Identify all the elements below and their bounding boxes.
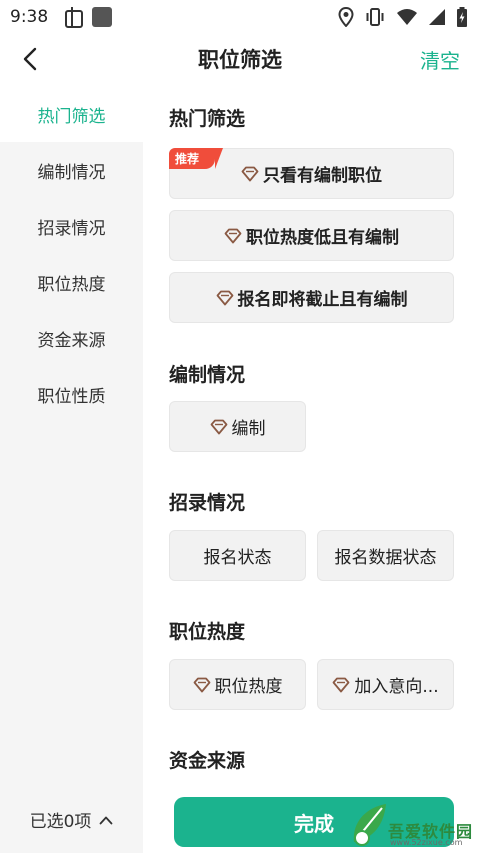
battery-charging-icon	[457, 7, 467, 27]
chip-registration-status[interactable]: 报名状态	[169, 530, 306, 581]
header: 职位筛选 清空	[0, 34, 480, 86]
status-left-icons	[62, 7, 113, 28]
diamond-icon	[193, 677, 210, 692]
chip-only-staffed-positions[interactable]: 推荐 只看有编制职位	[169, 148, 454, 199]
chip-label: 报名即将截止且有编制	[237, 290, 408, 310]
chip-label: 只看有编制职位	[263, 166, 382, 186]
chip-join-intention[interactable]: 加入意向...	[317, 659, 454, 710]
clear-button[interactable]: 清空	[420, 45, 460, 74]
diamond-icon	[241, 166, 259, 181]
chip-low-heat-staffed[interactable]: 职位热度低且有编制	[169, 210, 454, 261]
chip-label: 报名数据状态	[334, 548, 437, 568]
section-title-staffing: 编制情况	[169, 364, 246, 386]
chip-label: 加入意向...	[354, 677, 439, 697]
section-title-heat: 职位热度	[169, 621, 246, 643]
diamond-icon	[332, 677, 350, 692]
status-bar: 9:38	[0, 0, 480, 34]
wifi-icon	[397, 9, 417, 25]
diamond-icon	[216, 290, 233, 305]
chip-label: 职位热度	[214, 677, 283, 697]
chip-label: 报名状态	[203, 548, 272, 568]
sidebar-item-staffing[interactable]: 编制情况	[0, 142, 143, 198]
status-right-icons	[338, 7, 468, 27]
selected-count-toggle[interactable]: 已选0项	[0, 786, 143, 853]
chip-staffing[interactable]: 编制	[169, 401, 306, 452]
chip-label: 编制	[231, 419, 266, 439]
page-title: 职位筛选	[198, 48, 282, 72]
recommend-badge: 推荐	[169, 148, 223, 169]
leaf-logo-icon	[353, 804, 386, 846]
diamond-icon	[210, 419, 227, 434]
bug-icon	[62, 7, 84, 28]
sidebar-item-hot-filter[interactable]: 热门筛选	[0, 86, 143, 142]
chip-label: 职位热度低且有编制	[246, 228, 399, 248]
diamond-icon	[224, 228, 242, 243]
status-time: 9:38	[10, 7, 49, 27]
square-icon	[92, 7, 113, 27]
watermark-logo: 吾爱软件园 www.52zixue.com	[350, 796, 478, 851]
sidebar: 热门筛选 编制情况 招录情况 职位热度 资金来源 职位性质	[0, 86, 143, 786]
vibrate-icon	[366, 8, 384, 26]
sidebar-item-position-nature[interactable]: 职位性质	[0, 366, 143, 422]
chip-position-heat[interactable]: 职位热度	[169, 659, 306, 710]
watermark-url: www.52zixue.com	[390, 838, 463, 847]
location-icon	[338, 7, 354, 27]
sidebar-item-position-heat[interactable]: 职位热度	[0, 254, 143, 310]
sidebar-item-funding-source[interactable]: 资金来源	[0, 310, 143, 366]
signal-icon	[429, 9, 445, 25]
chevron-up-icon	[100, 816, 113, 824]
chip-registration-data-status[interactable]: 报名数据状态	[317, 530, 454, 581]
chip-deadline-soon-staffed[interactable]: 报名即将截止且有编制	[169, 272, 454, 323]
sidebar-item-recruitment[interactable]: 招录情况	[0, 198, 143, 254]
selected-count-label: 已选0项	[29, 812, 92, 832]
filter-content: 热门筛选 推荐 只看有编制职位 职位热度低且有编制 报名即将截止且有编制 编制情…	[143, 86, 480, 786]
section-title-hot: 热门筛选	[169, 108, 246, 130]
section-title-recruitment: 招录情况	[169, 492, 246, 514]
section-title-funding: 资金来源	[169, 750, 246, 772]
